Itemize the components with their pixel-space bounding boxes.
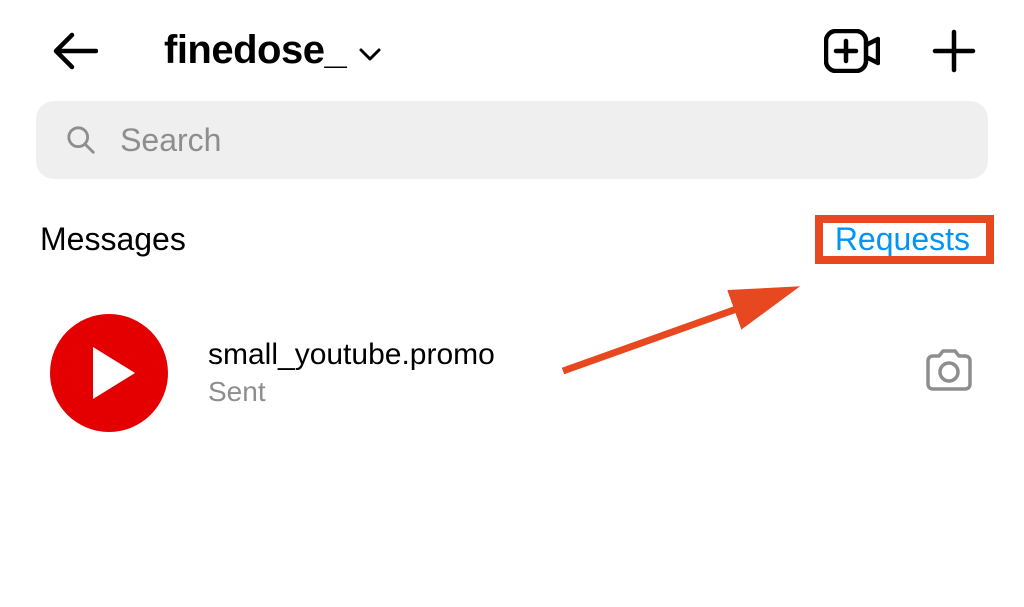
search-icon <box>66 124 96 156</box>
header-actions <box>824 29 976 73</box>
new-message-button[interactable] <box>932 29 976 73</box>
search-input[interactable] <box>120 122 958 159</box>
section-header: Messages Requests <box>0 179 1024 278</box>
camera-button[interactable] <box>924 349 974 398</box>
header: finedose_ <box>0 0 1024 101</box>
thread-username: small_youtube.promo <box>208 338 884 372</box>
camera-icon <box>924 349 974 393</box>
thread-text: small_youtube.promo Sent <box>208 338 884 408</box>
arrow-left-icon <box>52 29 98 73</box>
back-button[interactable] <box>52 29 98 73</box>
requests-link[interactable]: Requests <box>821 211 984 267</box>
play-icon <box>93 347 135 399</box>
username-label: finedose_ <box>164 28 346 73</box>
search-box[interactable] <box>36 101 988 179</box>
account-switcher[interactable]: finedose_ <box>164 28 382 73</box>
thread-status: Sent <box>208 376 884 408</box>
messages-heading: Messages <box>40 221 186 258</box>
message-thread[interactable]: small_youtube.promo Sent <box>0 278 1024 442</box>
plus-icon <box>932 29 976 73</box>
new-video-call-button[interactable] <box>824 29 880 73</box>
chevron-down-icon <box>358 46 382 62</box>
avatar <box>50 314 168 432</box>
search-row <box>0 101 1024 179</box>
video-plus-icon <box>824 29 880 73</box>
